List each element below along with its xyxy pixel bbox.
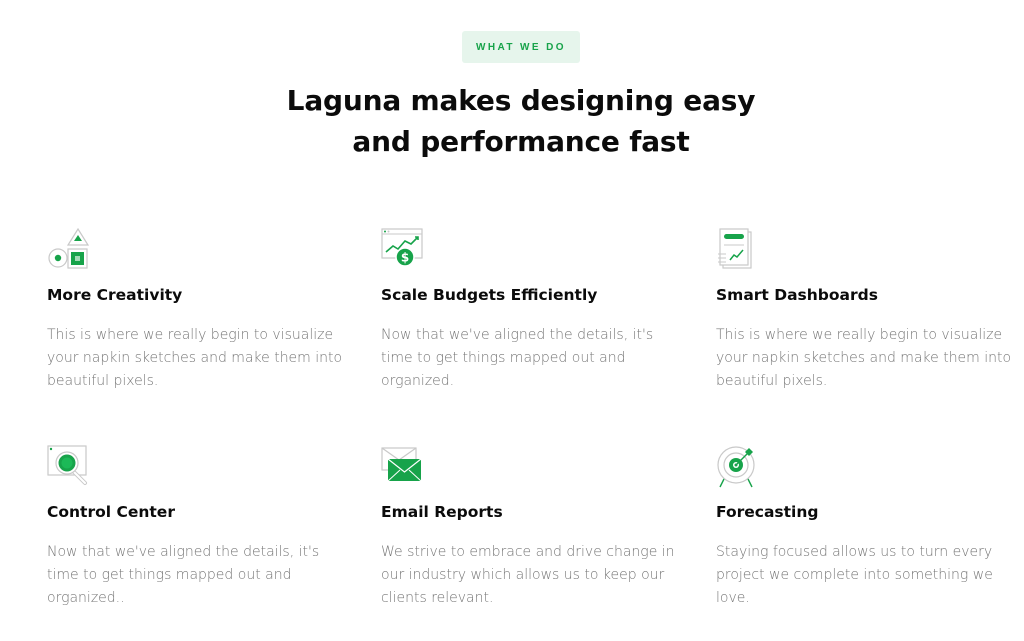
headline-line-1: Laguna makes designing easy [286,84,756,117]
feature-title: More Creativity [47,286,183,304]
magnifier-icon [47,445,87,485]
section-headline: Laguna makes designing easy and performa… [0,80,1024,162]
target-icon [717,446,755,488]
headline-line-2: and performance fast [352,125,690,158]
feature-description: We strive to embrace and drive change in… [381,544,675,606]
section-eyebrow-badge: WHAT WE DO [462,31,580,63]
budget-chart-icon: $ [381,228,423,267]
feature-title: Smart Dashboards [716,286,878,304]
feature-description: This is where we really begin to visuali… [716,327,1012,389]
feature-description: Now that we've aligned the details, it's… [47,544,320,606]
shapes-icon [48,228,90,269]
feature-description: Now that we've aligned the details, it's… [381,327,654,389]
feature-title: Scale Budgets Efficiently [381,286,598,304]
feature-description: This is where we really begin to visuali… [47,327,343,389]
envelope-icon [381,447,422,482]
feature-title: Control Center [47,503,175,521]
feature-description: Staying focused allows us to turn every … [716,544,993,606]
dashboard-document-icon [718,228,752,269]
svg-text:$: $ [401,251,409,265]
feature-title: Email Reports [381,503,503,521]
feature-title: Forecasting [716,503,819,521]
